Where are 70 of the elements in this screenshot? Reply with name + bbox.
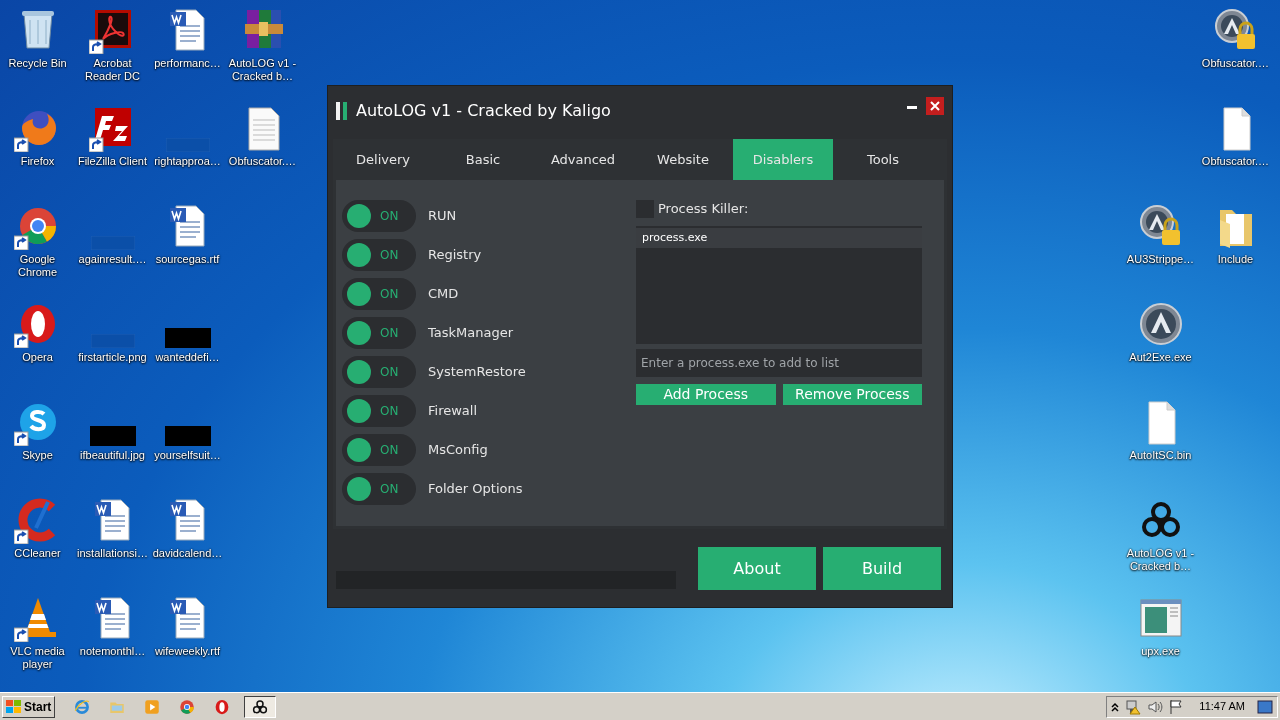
toggle-label: Firewall xyxy=(428,402,478,421)
toggle-switch[interactable]: ON xyxy=(342,278,416,310)
desktop-icon-label[interactable]: wifeweekly.rtf xyxy=(150,645,225,658)
flag-icon[interactable] xyxy=(1169,698,1184,715)
desktop-icon-label[interactable]: Obfuscator.… xyxy=(1198,57,1273,70)
desktop-icon-label[interactable]: Skype xyxy=(0,449,75,462)
biohazard-icon xyxy=(251,697,270,716)
toggle-label: Folder Options xyxy=(428,480,523,499)
toggle-switch[interactable]: ON xyxy=(342,395,416,427)
minimize-icon xyxy=(907,106,917,110)
tab[interactable]: Delivery xyxy=(333,139,433,180)
desktop-icon-label[interactable]: yourselfsuit… xyxy=(150,449,225,462)
show-desktop-icon[interactable] xyxy=(1257,699,1273,714)
desktop-icon-label[interactable]: Include xyxy=(1198,253,1273,266)
toggle-switch[interactable]: ON xyxy=(342,239,416,271)
desktop-icon-label[interactable]: Firefox xyxy=(0,155,75,168)
speaker-icon[interactable] xyxy=(1147,698,1164,715)
desktop-icon-label[interactable]: FileZilla Client xyxy=(75,155,150,168)
desktop-icon-label[interactable]: Opera xyxy=(0,351,75,364)
toggle-switch[interactable]: ON xyxy=(342,356,416,388)
desktop-icon-label[interactable]: Obfuscator.… xyxy=(225,155,300,168)
windows-logo-icon xyxy=(6,699,22,714)
desktop-icon-label[interactable]: Recycle Bin xyxy=(0,57,75,70)
desktop-icon-label[interactable]: Obfuscator.… xyxy=(1198,155,1273,168)
taskbar-app-button[interactable] xyxy=(244,695,277,718)
checkbox-label: Process Killer: xyxy=(658,200,749,219)
browser-icon xyxy=(178,697,197,716)
toggle-switch[interactable]: ON xyxy=(342,200,416,232)
desktop-icon-label[interactable]: Google Chrome xyxy=(0,253,75,279)
tab[interactable]: Basic xyxy=(433,139,533,180)
browser-icon xyxy=(73,697,92,716)
desktop-icon-label[interactable]: Aut2Exe.exe xyxy=(1123,351,1198,364)
list-item[interactable]: process.exe xyxy=(636,228,922,248)
tab[interactable]: Website xyxy=(633,139,733,180)
desktop-icon-label[interactable]: AutoLOG v1 - Cracked b… xyxy=(225,57,300,83)
toggle-label: CMD xyxy=(428,285,459,304)
media-player-icon xyxy=(143,697,162,716)
desktop-icon-label[interactable]: sourcegas.rtf xyxy=(150,253,225,266)
toggle-switch[interactable]: ON xyxy=(342,434,416,466)
tab[interactable]: Advanced xyxy=(533,139,633,180)
desktop-icon-label[interactable]: VLC media player xyxy=(0,645,75,671)
toggle-switch[interactable]: ON xyxy=(342,317,416,349)
network-icon[interactable] xyxy=(1125,698,1142,715)
desktop-icon-label[interactable]: installationsi… xyxy=(75,547,150,560)
close-icon xyxy=(930,101,940,111)
desktop-icon-label[interactable]: davidcalend… xyxy=(150,547,225,560)
desktop-icon-label[interactable]: rightapproa… xyxy=(150,155,225,168)
toggle-label: RUN xyxy=(428,207,457,226)
desktop-icon-label[interactable]: firstarticle.png xyxy=(75,351,150,364)
desktop-icon-label[interactable]: performanc… xyxy=(150,57,225,70)
desktop-icon-label[interactable]: notemonthl… xyxy=(75,645,150,658)
start-button[interactable]: Start xyxy=(2,695,56,718)
toggle-switch[interactable]: ON xyxy=(342,473,416,505)
desktop-icon-label[interactable]: AU3Strippe… xyxy=(1123,253,1198,266)
toggle-label: MsConfig xyxy=(428,441,488,460)
process-input-field[interactable]: Enter a process.exe to add to list xyxy=(636,349,922,377)
close-button[interactable] xyxy=(926,97,944,115)
show-hidden-icons-icon[interactable] xyxy=(1111,701,1120,712)
desktop-icon-label[interactable]: ifbeautiful.jpg xyxy=(75,449,150,462)
desktop-icon-label[interactable]: CCleaner xyxy=(0,547,75,560)
tab[interactable]: Tools xyxy=(833,139,933,180)
app-logo-icon xyxy=(336,102,348,120)
window-title: AutoLOG v1 - Cracked by Kaligo xyxy=(356,100,611,122)
toggle-label: SystemRestore xyxy=(428,363,526,382)
desktop-icon-label[interactable]: wanteddefi… xyxy=(150,351,225,364)
clock[interactable]: 11:47 AM xyxy=(1199,698,1245,715)
toggle-label: TaskManager xyxy=(428,324,514,343)
desktop-icon-label[interactable]: againresult.… xyxy=(75,253,150,266)
desktop-icon-label[interactable]: Acrobat Reader DC xyxy=(75,57,150,83)
toggle-label: Registry xyxy=(428,246,482,265)
